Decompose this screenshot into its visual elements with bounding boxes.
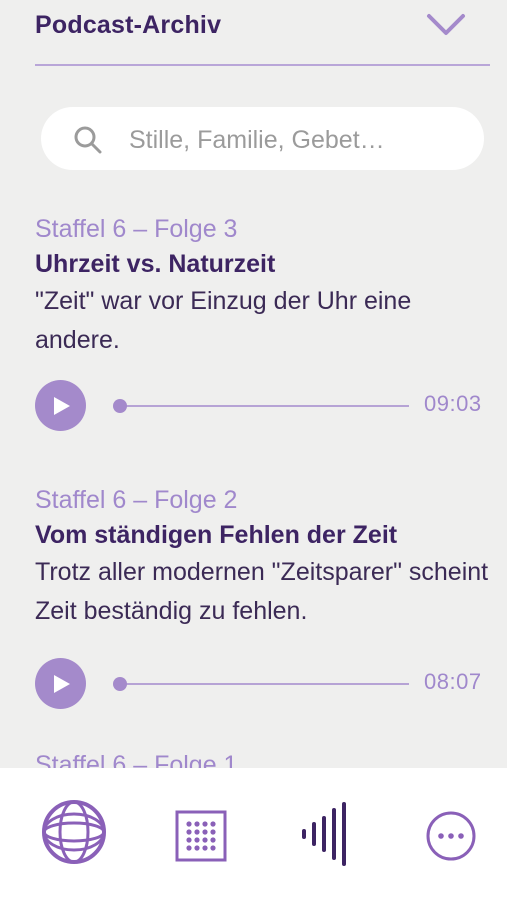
play-icon: [54, 397, 70, 415]
episode-duration: 09:03: [424, 391, 482, 416]
episode-meta: Staffel 6 – Folge 3: [35, 215, 238, 243]
more-icon[interactable]: [425, 810, 477, 862]
play-button[interactable]: [35, 658, 86, 709]
episode-description: "Zeit" war vor Einzug der Uhr eine ander…: [35, 287, 412, 354]
audio-player: 09:03: [35, 380, 490, 434]
search-input[interactable]: [127, 119, 461, 161]
episode-item[interactable]: Staffel 6 – Folge 2 Vom ständigen Fehlen…: [35, 483, 490, 712]
progress-thumb[interactable]: [113, 677, 127, 691]
audio-wave-icon[interactable]: [299, 802, 349, 866]
bottom-tab-bar: [0, 768, 507, 900]
chevron-down-icon[interactable]: [426, 12, 466, 38]
episode-meta: Staffel 6 – Folge 2: [35, 486, 238, 514]
globe-icon[interactable]: [39, 800, 109, 864]
episode-title: Uhrzeit vs. Naturzeit: [35, 250, 276, 278]
audio-player: 08:07: [35, 658, 490, 712]
episode-duration: 08:07: [424, 669, 482, 694]
progress-track[interactable]: [119, 683, 409, 685]
page-title: Podcast-Archiv: [35, 11, 222, 39]
episode-description: Trotz aller modernen "Zeitsparer" schein…: [35, 558, 489, 625]
progress-thumb[interactable]: [113, 399, 127, 413]
episode-item[interactable]: Staffel 6 – Folge 3 Uhrzeit vs. Naturzei…: [35, 212, 490, 434]
play-button[interactable]: [35, 380, 86, 431]
search-bar: [41, 107, 484, 170]
progress-track[interactable]: [119, 405, 409, 407]
play-icon: [54, 675, 70, 693]
header: Podcast-Archiv: [35, 0, 490, 66]
episode-title: Vom ständigen Fehlen der Zeit: [35, 521, 398, 549]
grid-icon[interactable]: [175, 810, 227, 862]
search-icon: [74, 126, 102, 154]
